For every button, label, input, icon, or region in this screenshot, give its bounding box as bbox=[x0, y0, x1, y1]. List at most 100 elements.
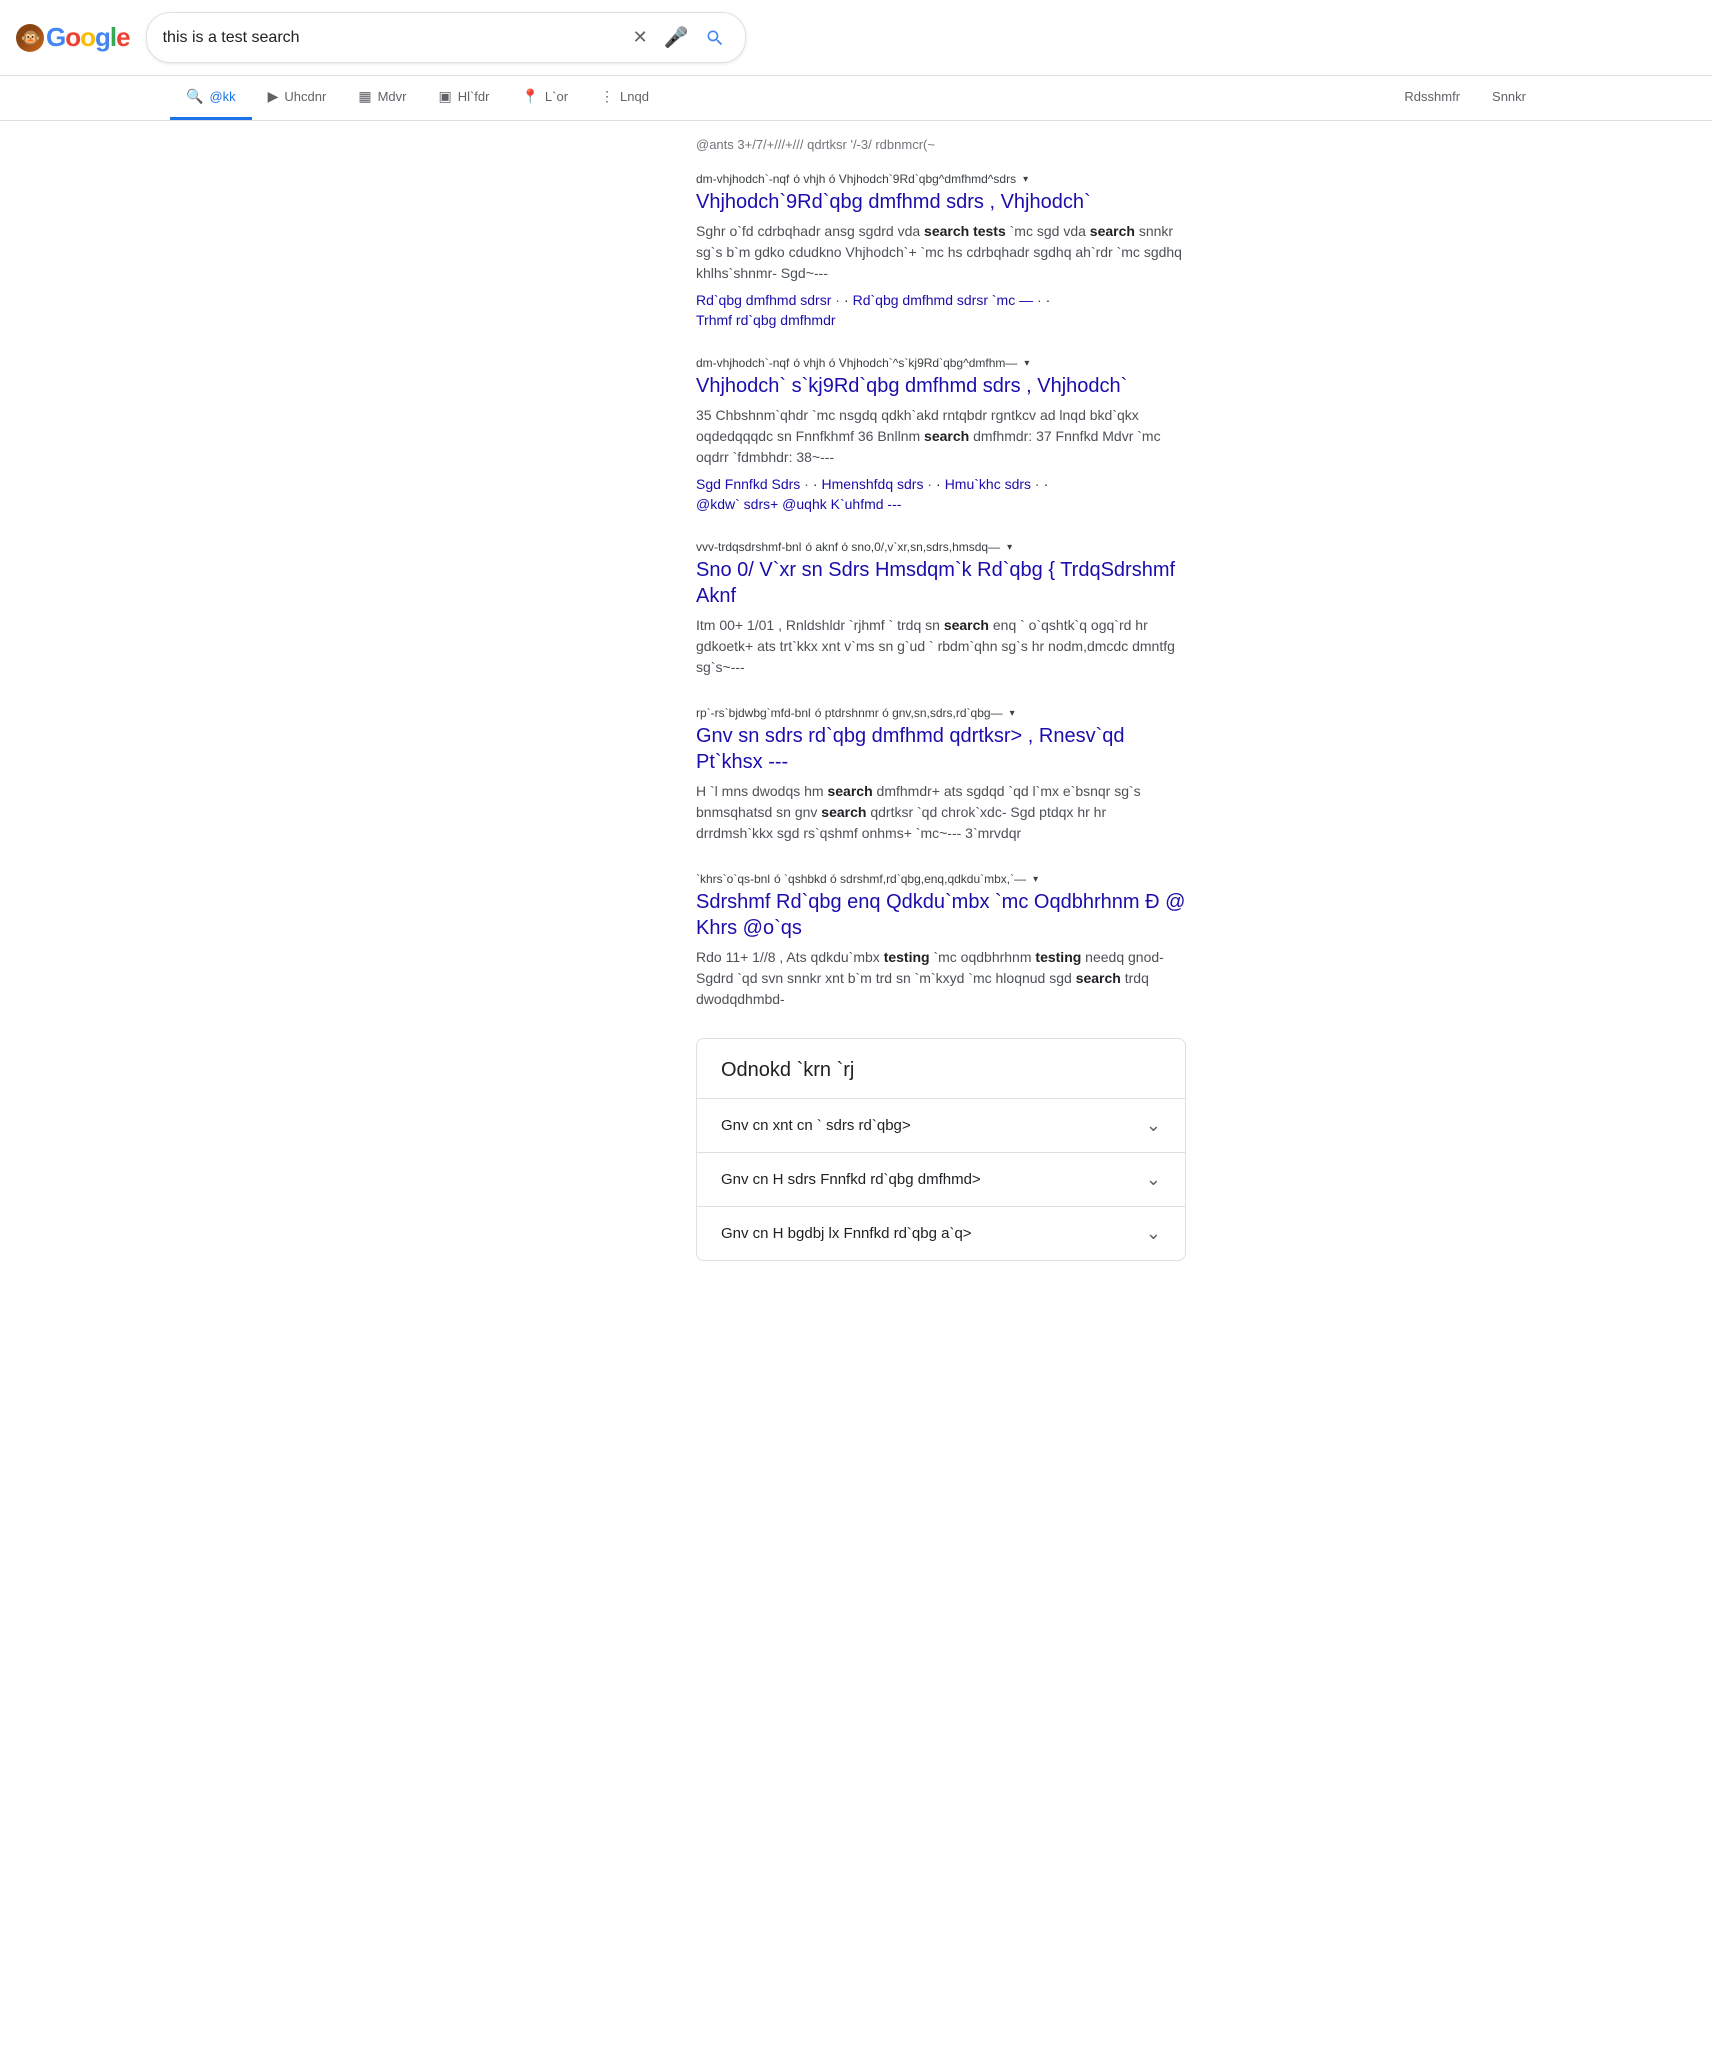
tab-maps-label: L`or bbox=[545, 89, 568, 104]
result-path: ó vhjh ó Vhjhodch`9Rd`qbg^dmfhmd^sdrs bbox=[793, 172, 1016, 186]
chevron-down-icon[interactable]: ▾ bbox=[1033, 874, 1038, 885]
results-info: @ants 3+/7/+///+/// qdrtksr '/-3/ rdbnmc… bbox=[696, 137, 1186, 152]
result-title-link[interactable]: Sdrshmf Rd`qbg enq Qdkdu`mbx `mc Oqdbhrh… bbox=[696, 889, 1186, 941]
sitelink-separator: · bbox=[936, 476, 941, 492]
result-domain: vvv-trdqsdrshmf-bnl bbox=[696, 540, 801, 554]
search-bar-icons: ✕ 🎤 bbox=[629, 21, 729, 54]
tab-videos[interactable]: ▦ Mdvr bbox=[342, 76, 422, 120]
logo-letter-g2: g bbox=[95, 22, 110, 53]
result-snippet: H `l mns dwodqs hm search dmfhmdr+ ats s… bbox=[696, 781, 1186, 844]
result-path: ó ptdrshnmr ó gnv,sn,sdrs,rd`qbg— bbox=[815, 706, 1003, 720]
chevron-down-icon[interactable]: ▾ bbox=[1007, 542, 1012, 553]
sitelink[interactable]: Sgd Fnnfkd Sdrs bbox=[696, 476, 809, 492]
nav-tabs: 🔍 @kk ▶ Uhcdnr ▦ Mdvr ▣ Hl`fdr 📍 L`or ⋮ … bbox=[0, 76, 1712, 121]
result-source-row: vvv-trdqsdrshmf-bnl ó aknf ó sno,0/,v`xr… bbox=[696, 540, 1186, 554]
sitelink[interactable]: Rd`qbg dmfhmd sdrsr `mc — bbox=[853, 292, 1042, 308]
news-icon: ▣ bbox=[438, 88, 451, 105]
results-count: @ants 3+/7/+///+/// qdrtksr '/-3/ rdbnmc… bbox=[696, 137, 935, 152]
tab-tools[interactable]: Snnkr bbox=[1476, 77, 1542, 119]
sitelink[interactable]: Hmu`khc sdrs bbox=[945, 476, 1040, 492]
voice-search-button[interactable]: 🎤 bbox=[660, 21, 693, 54]
result-snippet: Rdo 11+ 1//8 , Ats qdkdu`mbx testing `mc… bbox=[696, 947, 1186, 1010]
paa-item[interactable]: Gnv cn H sdrs Fnnfkd rd`qbg dmfhmd> ⌄ bbox=[697, 1152, 1185, 1206]
sitelink[interactable]: Rd`qbg dmfhmd sdrsr bbox=[696, 292, 840, 308]
tab-tools-label: Snnkr bbox=[1492, 89, 1526, 104]
result-path: ó aknf ó sno,0/,v`xr,sn,sdrs,hmsdq— bbox=[805, 540, 1000, 554]
paa-title: Odnokd `krn `rj bbox=[697, 1039, 1185, 1098]
result-source-row: dm-vhjhodch`-nqf ó vhjh ó Vhjhodch`^s`kj… bbox=[696, 356, 1186, 370]
tab-videos-label: Mdvr bbox=[378, 89, 407, 104]
clear-button[interactable]: ✕ bbox=[629, 23, 652, 52]
result-item: vvv-trdqsdrshmf-bnl ó aknf ó sno,0/,v`xr… bbox=[696, 540, 1186, 678]
result-domain: dm-vhjhodch`-nqf bbox=[696, 356, 789, 370]
sitelink-separator: · bbox=[1046, 292, 1051, 308]
clear-icon: ✕ bbox=[633, 27, 648, 48]
sitelink[interactable]: @kdw` sdrs+ @uqhk K`uhfmd --- bbox=[696, 496, 901, 512]
chevron-down-icon[interactable]: ▾ bbox=[1024, 358, 1029, 369]
chevron-down-icon[interactable]: ▾ bbox=[1023, 174, 1028, 185]
expand-icon: ⌄ bbox=[1146, 1169, 1161, 1190]
search-button[interactable] bbox=[701, 24, 729, 52]
result-snippet: Sghr o`fd cdrbqhadr ansg sgdrd vda searc… bbox=[696, 221, 1186, 284]
maps-icon: 📍 bbox=[521, 88, 538, 105]
result-title-link[interactable]: Vhjhodch` s`kj9Rd`qbg dmfhmd sdrs , Vhjh… bbox=[696, 373, 1186, 399]
tab-more-label: Lnqd bbox=[620, 89, 649, 104]
people-also-ask-box: Odnokd `krn `rj Gnv cn xnt cn ` sdrs rd`… bbox=[696, 1038, 1186, 1261]
expand-icon: ⌄ bbox=[1146, 1223, 1161, 1244]
result-sitelinks: Rd`qbg dmfhmd sdrsr · Rd`qbg dmfhmd sdrs… bbox=[696, 292, 1186, 328]
paa-item[interactable]: Gnv cn H bgdbj lx Fnnfkd rd`qbg a`q> ⌄ bbox=[697, 1206, 1185, 1260]
result-source-row: `khrs`o`qs-bnl ó `qshbkd ó sdrshmf,rd`qb… bbox=[696, 872, 1186, 886]
result-source-row: dm-vhjhodch`-nqf ó vhjh ó Vhjhodch`9Rd`q… bbox=[696, 172, 1186, 186]
paa-question: Gnv cn xnt cn ` sdrs rd`qbg> bbox=[721, 1117, 911, 1134]
search-icon-tab: 🔍 bbox=[186, 88, 203, 105]
result-path: ó vhjh ó Vhjhodch`^s`kj9Rd`qbg^dmfhm— bbox=[793, 356, 1017, 370]
images-icon: ▶ bbox=[268, 88, 279, 105]
search-input[interactable] bbox=[163, 29, 621, 47]
logo-letter-g: G bbox=[46, 22, 65, 53]
logo-letter-o2: o bbox=[80, 22, 95, 53]
more-icon: ⋮ bbox=[600, 88, 614, 105]
google-logo[interactable]: 🐵 G o o g l e bbox=[16, 22, 130, 53]
result-domain: rp`-rs`bjdwbg`mfd-bnl bbox=[696, 706, 811, 720]
main-content: @ants 3+/7/+///+/// qdrtksr '/-3/ rdbnmc… bbox=[0, 137, 1712, 1301]
search-icon bbox=[705, 28, 725, 48]
videos-icon: ▦ bbox=[358, 88, 371, 105]
tab-settings-label: Rdsshmfr bbox=[1404, 89, 1460, 104]
result-item: `khrs`o`qs-bnl ó `qshbkd ó sdrshmf,rd`qb… bbox=[696, 872, 1186, 1010]
result-item: dm-vhjhodch`-nqf ó vhjh ó Vhjhodch`^s`kj… bbox=[696, 356, 1186, 512]
sitelink-separator: · bbox=[1044, 476, 1049, 492]
result-domain: dm-vhjhodch`-nqf bbox=[696, 172, 789, 186]
sitelink[interactable]: Hmenshfdq sdrs bbox=[822, 476, 933, 492]
logo-letter-e: e bbox=[116, 22, 129, 53]
results-container: @ants 3+/7/+///+/// qdrtksr '/-3/ rdbnmc… bbox=[526, 137, 1186, 1261]
result-item: dm-vhjhodch`-nqf ó vhjh ó Vhjhodch`9Rd`q… bbox=[696, 172, 1186, 328]
tab-maps[interactable]: 📍 L`or bbox=[505, 76, 584, 120]
tab-all-label: @kk bbox=[209, 89, 235, 104]
result-snippet: Itm 00+ 1/01 , Rnldshldr `rjhmf ` trdq s… bbox=[696, 615, 1186, 678]
result-domain: `khrs`o`qs-bnl bbox=[696, 872, 770, 886]
tab-more[interactable]: ⋮ Lnqd bbox=[584, 76, 665, 120]
expand-icon: ⌄ bbox=[1146, 1115, 1161, 1136]
result-title-link[interactable]: Vhjhodch`9Rd`qbg dmfhmd sdrs , Vhjhodch` bbox=[696, 189, 1186, 215]
sitelink-separator: · bbox=[844, 292, 849, 308]
result-snippet: 35 Chbshnm`qhdr `mc nsgdq qdkh`akd rntqb… bbox=[696, 405, 1186, 468]
tab-all[interactable]: 🔍 @kk bbox=[170, 76, 252, 120]
search-bar: ✕ 🎤 bbox=[146, 12, 746, 63]
chevron-down-icon[interactable]: ▾ bbox=[1010, 708, 1015, 719]
tab-images[interactable]: ▶ Uhcdnr bbox=[252, 76, 343, 120]
paa-question: Gnv cn H sdrs Fnnfkd rd`qbg dmfhmd> bbox=[721, 1171, 981, 1188]
sitelink[interactable]: Trhmf rd`qbg dmfhmdr bbox=[696, 312, 836, 328]
tab-news-label: Hl`fdr bbox=[458, 89, 490, 104]
result-sitelinks: Sgd Fnnfkd Sdrs · Hmenshfdq sdrs · Hmu`k… bbox=[696, 476, 1186, 512]
tab-settings[interactable]: Rdsshmfr bbox=[1388, 77, 1476, 119]
tab-news[interactable]: ▣ Hl`fdr bbox=[422, 76, 505, 120]
tab-images-label: Uhcdnr bbox=[284, 89, 326, 104]
result-source-row: rp`-rs`bjdwbg`mfd-bnl ó ptdrshnmr ó gnv,… bbox=[696, 706, 1186, 720]
logo-avatar: 🐵 bbox=[16, 24, 44, 52]
sitelink-separator: · bbox=[813, 476, 818, 492]
paa-item[interactable]: Gnv cn xnt cn ` sdrs rd`qbg> ⌄ bbox=[697, 1098, 1185, 1152]
result-item: rp`-rs`bjdwbg`mfd-bnl ó ptdrshnmr ó gnv,… bbox=[696, 706, 1186, 844]
logo-letter-o1: o bbox=[65, 22, 80, 53]
result-title-link[interactable]: Gnv sn sdrs rd`qbg dmfhmd qdrtksr> , Rne… bbox=[696, 723, 1186, 775]
result-title-link[interactable]: Sno 0/ V`xr sn Sdrs Hmsdqm`k Rd`qbg { Tr… bbox=[696, 557, 1186, 609]
